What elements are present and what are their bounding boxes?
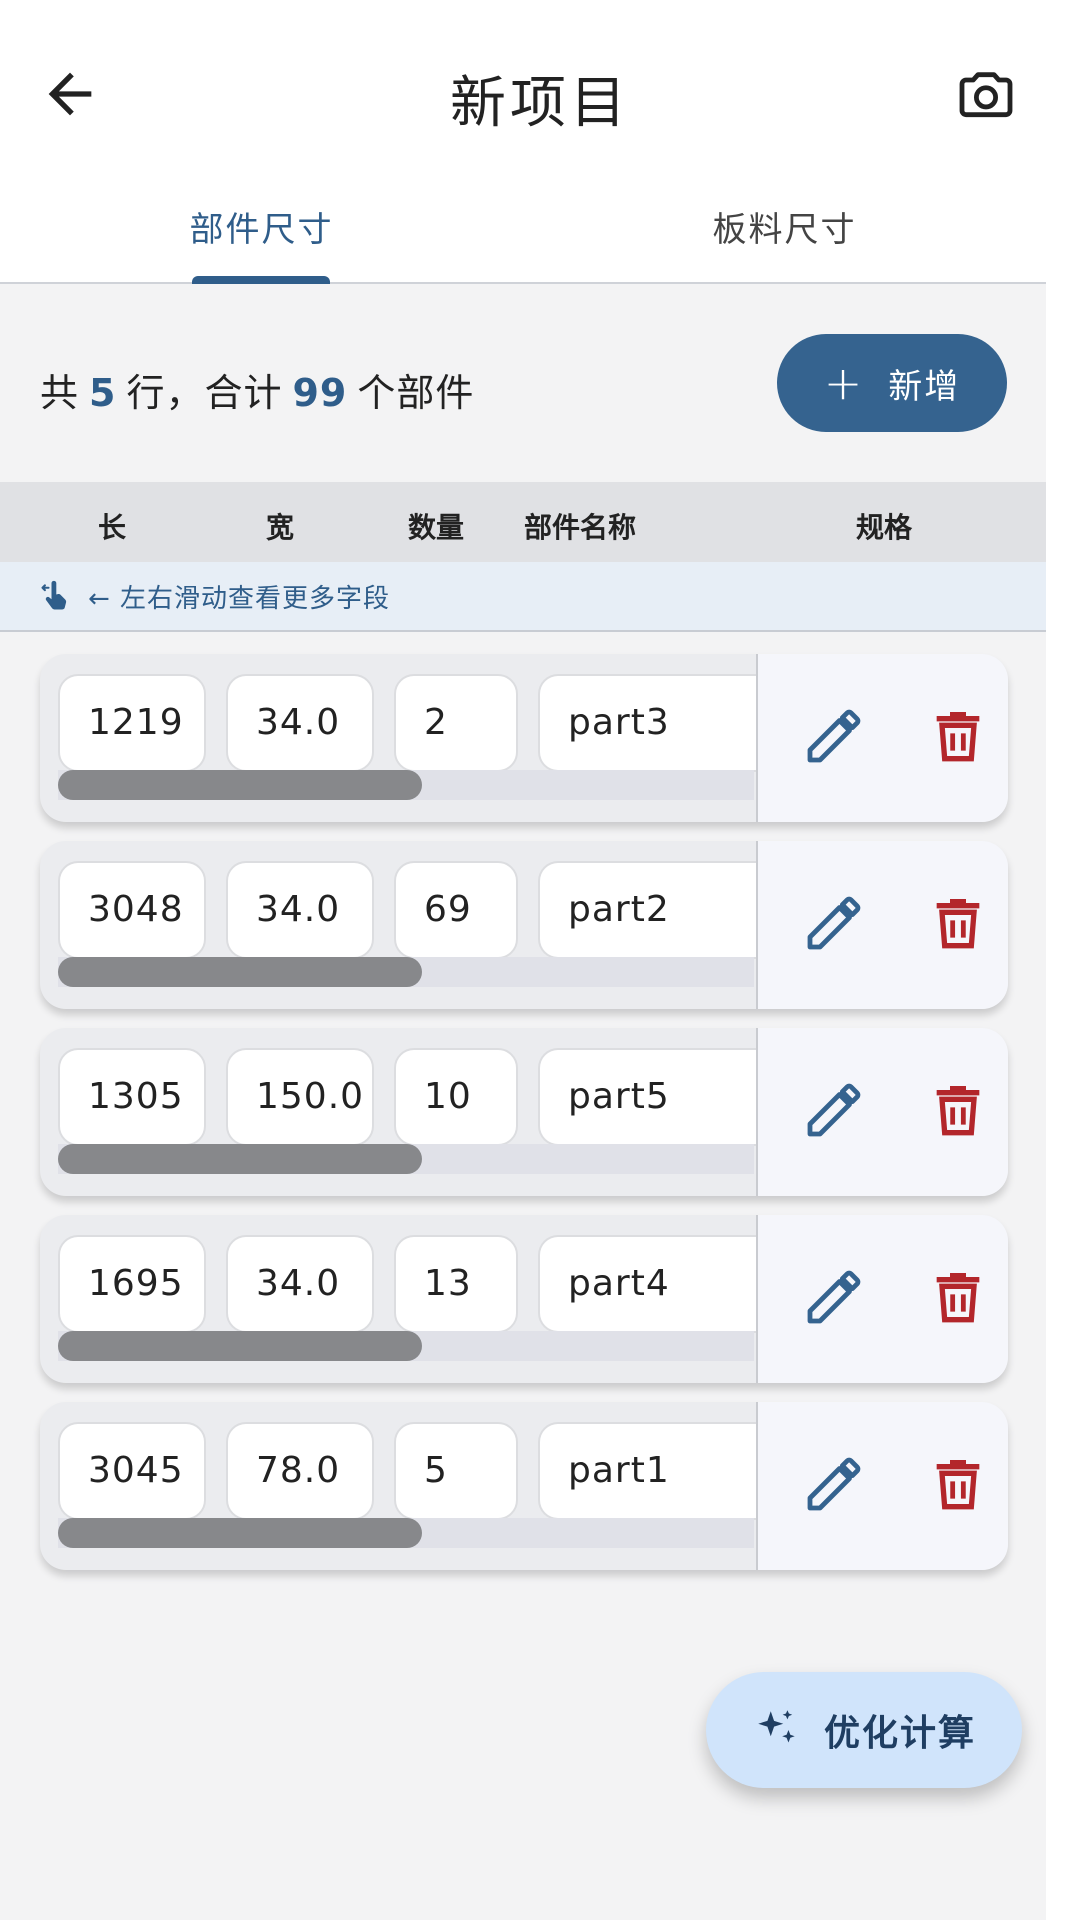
- edit-button[interactable]: [802, 1452, 866, 1516]
- part-name-field[interactable]: part1: [538, 1422, 778, 1520]
- summary-suffix: 个部件: [357, 371, 475, 415]
- horizontal-scrollbar-thumb[interactable]: [58, 1331, 422, 1361]
- column-header-quantity: 数量: [407, 511, 465, 544]
- pencil-icon: [807, 709, 861, 763]
- tab-part-sizes[interactable]: 部件尺寸: [0, 190, 523, 282]
- pencil-icon: [807, 1457, 861, 1511]
- edit-button[interactable]: [802, 1265, 866, 1329]
- camera-button[interactable]: [954, 64, 1018, 128]
- trash-icon: [936, 712, 980, 762]
- column-header-part-name: 部件名称: [523, 511, 637, 544]
- horizontal-scrollbar-thumb[interactable]: [58, 1518, 422, 1548]
- app-root: 新项目 部件尺寸 板料尺寸 共 5 行，合计 99 个部件 + 新增 长 宽 数量 部件…: [0, 0, 1080, 1920]
- add-button-label: 新增: [888, 366, 961, 407]
- column-header-width: 宽: [265, 511, 295, 544]
- length-field[interactable]: 1695: [58, 1235, 206, 1333]
- active-tab-indicator: [192, 276, 330, 284]
- part-count: 99: [292, 371, 348, 415]
- part-name-field[interactable]: part5: [538, 1048, 778, 1146]
- row-count: 5: [89, 371, 117, 415]
- row-scroll-area[interactable]: 1305 150.0 10 part5: [40, 1028, 778, 1196]
- add-part-button[interactable]: + 新增: [777, 334, 1007, 432]
- swipe-hand-icon: [41, 580, 67, 610]
- quantity-field[interactable]: 10: [394, 1048, 518, 1146]
- width-field[interactable]: 34.0: [226, 674, 374, 772]
- edit-button[interactable]: [802, 704, 866, 768]
- summary-prefix: 共: [40, 371, 80, 415]
- row-scroll-area[interactable]: 3045 78.0 5 part1: [40, 1402, 778, 1570]
- trash-icon: [936, 899, 980, 949]
- part-name-field[interactable]: part3: [538, 674, 778, 772]
- screen-edge: [1046, 0, 1080, 1920]
- column-header-spec: 规格: [855, 511, 913, 544]
- row-actions: [756, 841, 1008, 1009]
- part-row: 3045 78.0 5 part1: [40, 1402, 1008, 1570]
- trash-icon: [936, 1086, 980, 1136]
- horizontal-scrollbar-thumb[interactable]: [58, 770, 422, 800]
- delete-button[interactable]: [926, 1078, 990, 1142]
- quantity-field[interactable]: 69: [394, 861, 518, 959]
- width-field[interactable]: 34.0: [226, 861, 374, 959]
- tab-bar: 部件尺寸 板料尺寸: [0, 190, 1046, 284]
- quantity-field[interactable]: 2: [394, 674, 518, 772]
- part-name-field[interactable]: part4: [538, 1235, 778, 1333]
- summary-middle: 行，合计: [126, 371, 283, 415]
- row-actions: [756, 1028, 1008, 1196]
- optimize-calculate-button[interactable]: 优化计算: [706, 1672, 1022, 1788]
- part-row: 1219 34.0 2 part3: [40, 654, 1008, 822]
- scroll-hint-bar: ← 左右滑动查看更多字段: [0, 562, 1046, 632]
- part-row: 1695 34.0 13 part4: [40, 1215, 1008, 1383]
- horizontal-scrollbar-thumb[interactable]: [58, 957, 422, 987]
- camera-icon: [959, 72, 1013, 118]
- delete-button[interactable]: [926, 1265, 990, 1329]
- delete-button[interactable]: [926, 891, 990, 955]
- trash-icon: [936, 1460, 980, 1510]
- part-name-field[interactable]: part2: [538, 861, 778, 959]
- edit-button[interactable]: [802, 891, 866, 955]
- scroll-hint-text: ← 左右滑动查看更多字段: [88, 583, 391, 614]
- quantity-field[interactable]: 13: [394, 1235, 518, 1333]
- part-row: 3048 34.0 69 part2: [40, 841, 1008, 1009]
- quantity-field[interactable]: 5: [394, 1422, 518, 1520]
- part-row: 1305 150.0 10 part5: [40, 1028, 1008, 1196]
- pencil-icon: [807, 896, 861, 950]
- tab-sheet-sizes[interactable]: 板料尺寸: [523, 190, 1046, 282]
- table-header: 长 宽 数量 部件名称 规格: [0, 482, 1046, 562]
- edit-button[interactable]: [802, 1078, 866, 1142]
- length-field[interactable]: 1219: [58, 674, 206, 772]
- row-scroll-area[interactable]: 3048 34.0 69 part2: [40, 841, 778, 1009]
- row-actions: [756, 1402, 1008, 1570]
- width-field[interactable]: 78.0: [226, 1422, 374, 1520]
- trash-icon: [936, 1273, 980, 1323]
- horizontal-scrollbar-thumb[interactable]: [58, 1144, 422, 1174]
- plus-icon: +: [823, 356, 865, 410]
- optimize-calculate-label: 优化计算: [823, 1713, 976, 1754]
- delete-button[interactable]: [926, 1452, 990, 1516]
- row-actions: [756, 1215, 1008, 1383]
- pencil-icon: [807, 1083, 861, 1137]
- width-field[interactable]: 34.0: [226, 1235, 374, 1333]
- row-actions: [756, 654, 1008, 822]
- pencil-icon: [807, 1270, 861, 1324]
- row-scroll-area[interactable]: 1695 34.0 13 part4: [40, 1215, 778, 1383]
- length-field[interactable]: 3048: [58, 861, 206, 959]
- parts-summary: 共 5 行，合计 99 个部件: [40, 362, 474, 417]
- width-field[interactable]: 150.0: [226, 1048, 374, 1146]
- page-title: 新项目: [450, 71, 630, 136]
- row-scroll-area[interactable]: 1219 34.0 2 part3: [40, 654, 778, 822]
- sparkle-icon: [758, 1710, 795, 1743]
- top-app-bar: 新项目: [0, 0, 1080, 190]
- column-header-length: 长: [97, 511, 127, 544]
- length-field[interactable]: 3045: [58, 1422, 206, 1520]
- delete-button[interactable]: [926, 704, 990, 768]
- length-field[interactable]: 1305: [58, 1048, 206, 1146]
